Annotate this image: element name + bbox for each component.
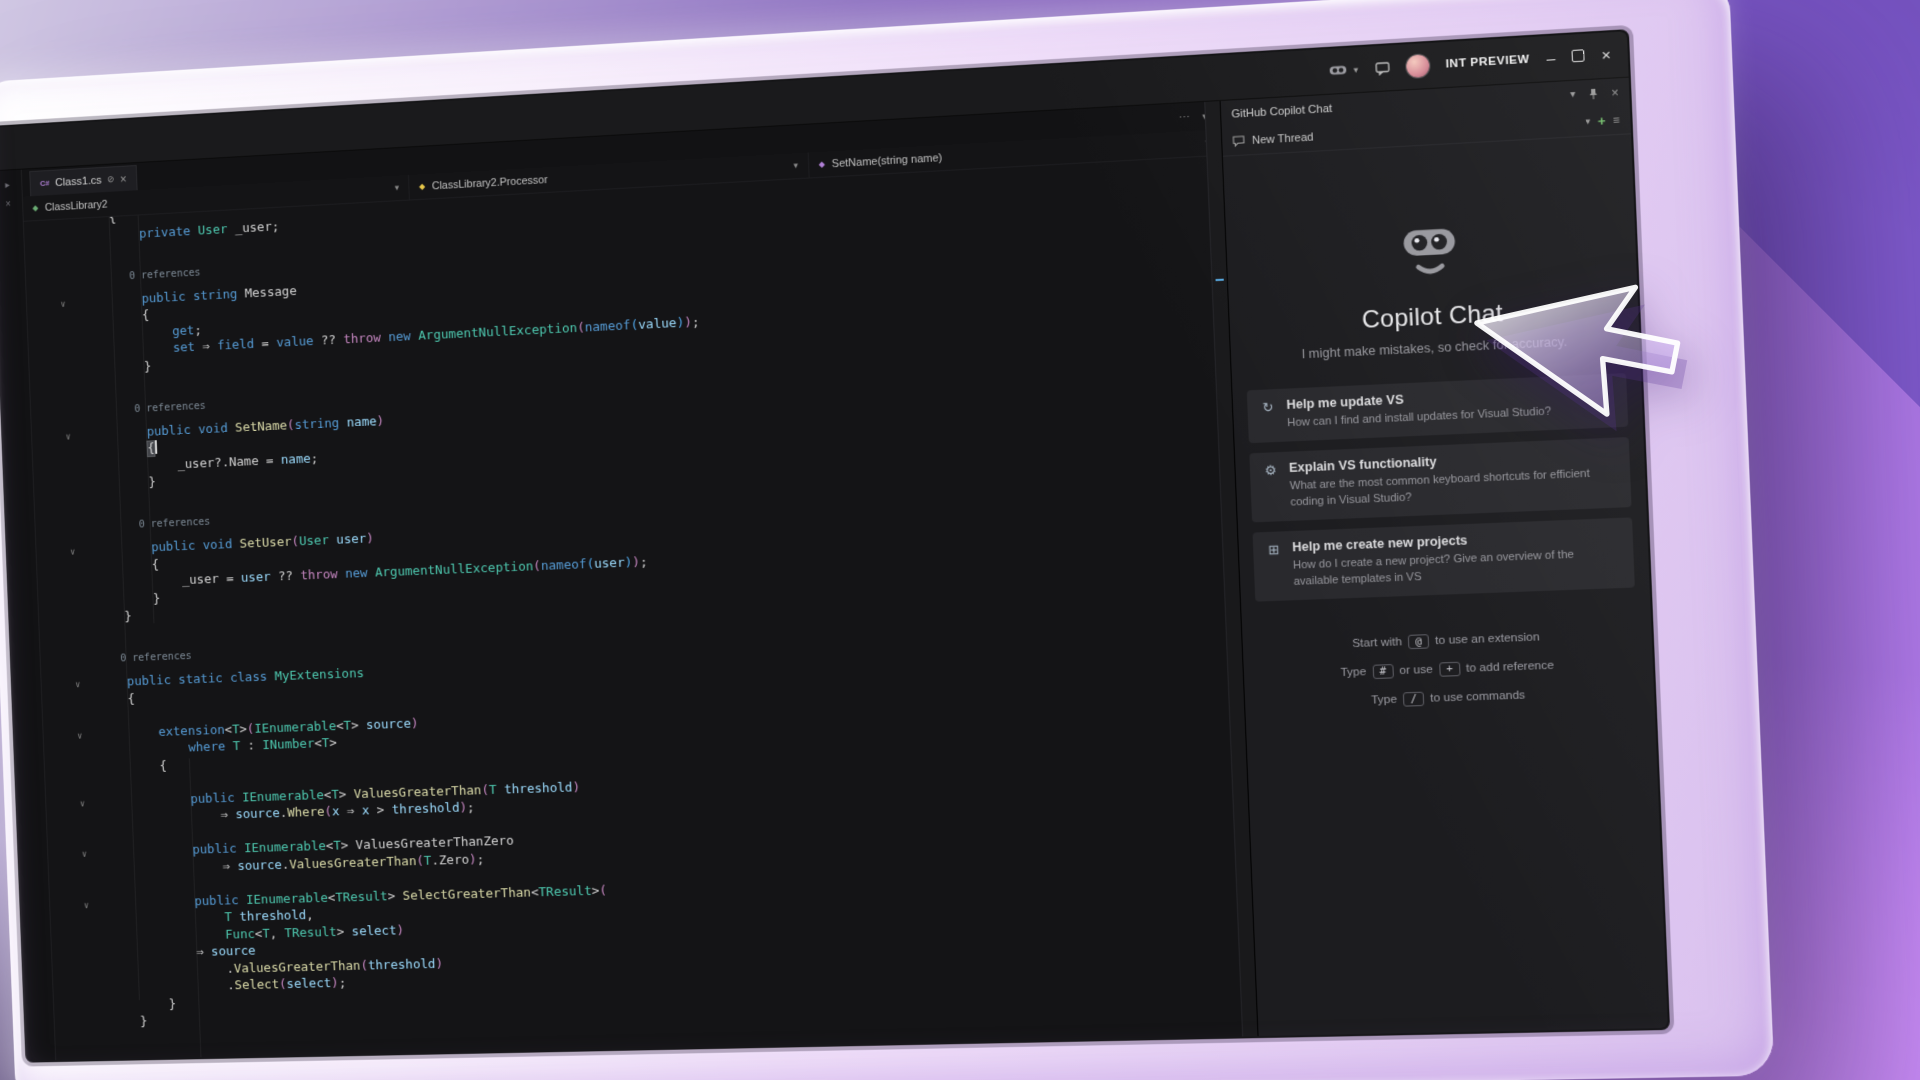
hint-text: to add reference	[1465, 659, 1555, 675]
hint-key-chip: #	[1372, 664, 1394, 680]
copilot-badge-icon[interactable]	[1329, 64, 1348, 77]
tab-close-icon[interactable]: ×	[120, 172, 127, 186]
preview-tab-icon: ⊘	[107, 174, 115, 185]
history-icon[interactable]: ≡	[1613, 114, 1620, 127]
shortcuts-icon: ⚙	[1264, 462, 1277, 479]
project-icon: ◆	[32, 203, 39, 213]
fold-chevron-icon[interactable]: ∨	[75, 677, 81, 694]
maximize-button[interactable]	[1571, 48, 1585, 66]
editor-group: C# Class1.cs ⊘ × ⋯ ▾ ◆ Clas	[21, 100, 1259, 1061]
screen: ▾ INT PREVIEW – × ▸ × C# Class1.cs ⊘ × ⋯…	[0, 29, 1671, 1063]
hint-text: Start with	[1351, 636, 1403, 651]
expand-icon[interactable]: ▸	[5, 180, 10, 191]
fold-chevron-icon[interactable]: ∨	[77, 728, 83, 745]
new-thread-icon[interactable]: +	[1597, 113, 1606, 129]
hint-key-chip: +	[1438, 661, 1461, 677]
feedback-icon[interactable]	[1375, 61, 1390, 75]
avatar[interactable]	[1405, 54, 1430, 79]
copilot-suggestion-card[interactable]: ⊞ Help me create new projects How do I cre…	[1252, 517, 1635, 602]
fold-chevron-icon[interactable]: ∨	[84, 898, 90, 915]
maximize-icon	[1571, 48, 1585, 62]
chevron-down-icon[interactable]: ▾	[793, 160, 798, 171]
scrollbar-caret-marker	[1215, 278, 1224, 282]
minimize-button[interactable]: –	[1546, 49, 1555, 67]
panel-title: GitHub Copilot Chat	[1231, 102, 1333, 121]
method-icon: ◆	[818, 159, 826, 169]
window-controls: ▾ INT PREVIEW – ×	[1328, 44, 1611, 83]
input-hint: Type / to use commands	[1371, 688, 1526, 707]
fold-chevron-icon[interactable]: ∨	[82, 847, 88, 864]
thread-tab[interactable]: New Thread	[1252, 131, 1314, 147]
window-body: ▸ × C# Class1.cs ⊘ × ⋯ ▾	[0, 77, 1668, 1061]
copilot-panel: GitHub Copilot Chat ▾ × New Thread ▾ + ≡…	[1220, 77, 1668, 1037]
fold-chevron-icon[interactable]: ∨	[80, 796, 86, 813]
chevron-down-icon[interactable]: ▾	[1585, 116, 1590, 128]
pin-icon[interactable]	[1588, 87, 1599, 100]
update-icon: ↻	[1262, 399, 1274, 416]
mouse-cursor	[1474, 284, 1688, 432]
close-button[interactable]: ×	[1601, 46, 1611, 64]
fold-chevron-icon[interactable]: ∨	[65, 429, 71, 446]
copilot-hints: Start with @ to use an extension Type # or us…	[1243, 626, 1655, 712]
hint-text: Type	[1340, 665, 1367, 680]
tab-overflow-icon[interactable]: ⋯	[1178, 111, 1191, 125]
class-icon: ◆	[419, 181, 426, 192]
close-icon[interactable]: ×	[1611, 85, 1619, 100]
chevron-down-icon[interactable]: ▾	[395, 182, 400, 193]
fold-chevron-icon[interactable]: ∨	[60, 297, 66, 314]
tab-label: Class1.cs	[54, 174, 102, 189]
chevron-down-icon[interactable]: ▾	[1570, 89, 1576, 101]
new-project-icon: ⊞	[1267, 541, 1280, 558]
code-editor[interactable]: { private User _user; 0 references ∨ publ…	[24, 156, 1258, 1061]
close-icon[interactable]: ×	[5, 199, 11, 210]
monitor-frame: ▾ INT PREVIEW – × ▸ × C# Class1.cs ⊘ × ⋯…	[0, 0, 1775, 1080]
hint-text: to use commands	[1430, 689, 1526, 705]
hint-key-chip: /	[1402, 691, 1425, 707]
fold-chevron-icon[interactable]: ∨	[70, 545, 76, 562]
preview-badge: INT PREVIEW	[1445, 53, 1530, 71]
hint-text: Type	[1370, 693, 1398, 707]
desktop-background: ▾ INT PREVIEW – × ▸ × C# Class1.cs ⊘ × ⋯…	[0, 0, 1920, 1080]
breadcrumb-label: ClassLibrary2	[44, 198, 108, 214]
code-lines: { private User _user; 0 references ∨ publ…	[24, 156, 1242, 1033]
hint-text: to use an extension	[1434, 631, 1540, 648]
input-hint: Start with @ to use an extension	[1352, 630, 1540, 651]
breadcrumb-label: ClassLibrary2.Processor	[431, 173, 548, 192]
hint-text: or use	[1399, 663, 1433, 678]
breadcrumb-label: SetName(string name)	[831, 151, 943, 170]
copilot-logo-icon	[1403, 228, 1456, 284]
copilot-suggestion-card[interactable]: ⚙ Explain VS functionality What are the mo…	[1249, 437, 1632, 523]
input-hint: Type # or use + to add reference	[1340, 658, 1554, 680]
csharp-file-icon: C#	[39, 178, 50, 188]
hint-key-chip: @	[1407, 634, 1430, 650]
chevron-down-icon[interactable]: ▾	[1353, 64, 1358, 75]
chat-bubble-icon	[1232, 135, 1245, 147]
